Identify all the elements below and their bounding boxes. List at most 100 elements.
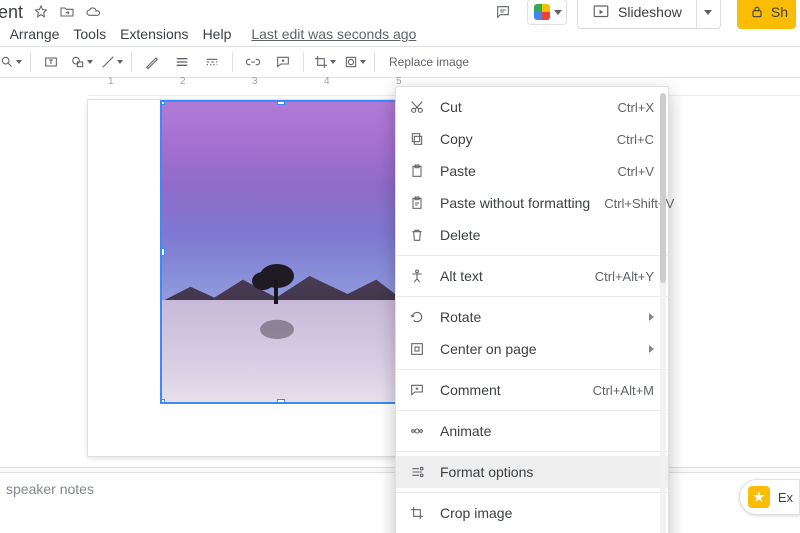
comment-button[interactable] xyxy=(269,49,297,75)
paste-icon xyxy=(408,162,426,180)
context-menu-label: Cut xyxy=(440,99,604,115)
context-menu-label: Copy xyxy=(440,131,603,147)
chevron-down-icon xyxy=(704,10,712,15)
context-menu-label: Rotate xyxy=(440,309,635,325)
context-menu-item-comment[interactable]: Comment Ctrl+Alt+M xyxy=(396,374,668,406)
selected-image[interactable] xyxy=(160,100,402,404)
comment-history-button[interactable] xyxy=(489,0,517,26)
resize-handle-w[interactable] xyxy=(160,248,165,256)
resize-handle-s[interactable] xyxy=(277,399,285,404)
textbox-button[interactable] xyxy=(37,49,65,75)
context-menu-shortcut: Ctrl+C xyxy=(617,132,654,147)
context-menu-label: Alt text xyxy=(440,268,581,284)
crop-button[interactable] xyxy=(310,49,338,75)
resize-handle-sw[interactable] xyxy=(160,399,165,404)
speaker-notes-placeholder: speaker notes xyxy=(6,481,94,497)
cut-icon xyxy=(408,98,426,116)
menu-item[interactable]: Help xyxy=(203,26,232,42)
toolbar-separator xyxy=(232,52,233,72)
toolbar-separator xyxy=(30,52,31,72)
context-menu-separator xyxy=(396,369,668,370)
context-menu-item-animate[interactable]: Animate xyxy=(396,415,668,447)
shape-button[interactable] xyxy=(67,49,95,75)
toolbar-separator xyxy=(131,52,132,72)
line-button[interactable] xyxy=(97,49,125,75)
chevron-right-icon xyxy=(649,313,654,321)
context-menu-item-cut[interactable]: CutCtrl+X xyxy=(396,91,668,123)
context-menu-item-replace[interactable]: Replace image xyxy=(396,529,668,533)
slideshow-label: Slideshow xyxy=(618,4,682,20)
share-button[interactable]: Sh xyxy=(737,0,796,29)
explore-button[interactable]: Ex xyxy=(739,479,800,515)
crop-icon xyxy=(408,504,426,522)
context-menu-item-delete[interactable]: Delete xyxy=(396,219,668,251)
trash-icon xyxy=(408,226,426,244)
slideshow-button[interactable]: Slideshow xyxy=(577,0,697,29)
context-menu-shortcut: Ctrl+Alt+M xyxy=(593,383,654,398)
context-menu-item-rotate[interactable]: Rotate xyxy=(396,301,668,333)
replace-image-label: Replace image xyxy=(389,55,469,69)
border-weight-button[interactable] xyxy=(168,49,196,75)
explore-icon xyxy=(748,486,770,508)
context-menu-scrollbar-thumb[interactable] xyxy=(660,93,666,283)
mask-button[interactable] xyxy=(340,49,368,75)
border-color-button[interactable] xyxy=(138,49,166,75)
center-icon xyxy=(408,340,426,358)
menu-item[interactable]: Extensions xyxy=(120,26,188,42)
context-menu-label: Animate xyxy=(440,423,654,439)
animate-icon xyxy=(408,422,426,440)
document-title[interactable]: arent xyxy=(0,2,23,23)
context-menu-separator xyxy=(396,451,668,452)
context-menu-label: Crop image xyxy=(440,505,654,521)
border-dash-button[interactable] xyxy=(198,49,226,75)
stage: 1 2 3 4 5 speaker notes CutCtrl+X xyxy=(0,78,800,533)
context-menu-separator xyxy=(396,492,668,493)
context-menu-shortcut: Ctrl+V xyxy=(618,164,654,179)
comment-icon xyxy=(408,381,426,399)
copy-icon xyxy=(408,130,426,148)
context-menu-item-copy[interactable]: Copy Ctrl+C xyxy=(396,123,668,155)
image-content xyxy=(252,258,300,306)
accessibility-icon xyxy=(408,267,426,285)
rotate-icon xyxy=(408,308,426,326)
explore-label: Ex xyxy=(778,490,793,505)
toolbar-separator xyxy=(374,52,375,72)
context-menu-item-center[interactable]: Center on page xyxy=(396,333,668,365)
replace-image-button[interactable]: Replace image xyxy=(381,49,481,75)
title-bar: arent Slideshow Sh xyxy=(0,0,800,22)
context-menu-item-paste-no-fmt[interactable]: Paste without formattingCtrl+Shift+V xyxy=(396,187,668,219)
last-edit-link[interactable]: Last edit was seconds ago xyxy=(251,26,416,42)
context-menu-label: Comment xyxy=(440,382,579,398)
context-menu-label: Paste xyxy=(440,163,604,179)
link-button[interactable] xyxy=(239,49,267,75)
move-folder-icon[interactable] xyxy=(59,4,75,20)
share-label: Sh xyxy=(771,4,788,20)
context-menu-label: Paste without formatting xyxy=(440,195,590,211)
star-icon[interactable] xyxy=(33,4,49,20)
context-menu-separator xyxy=(396,410,668,411)
context-menu-shortcut: Ctrl+Alt+Y xyxy=(595,269,654,284)
image-content xyxy=(252,310,300,344)
menu-item[interactable]: Arrange xyxy=(10,26,60,42)
slideshow-dropdown[interactable] xyxy=(697,0,721,29)
resize-handle-nw[interactable] xyxy=(160,100,165,105)
context-menu-separator xyxy=(396,255,668,256)
context-menu-item-crop[interactable]: Crop image xyxy=(396,497,668,529)
format-options-icon xyxy=(408,463,426,481)
context-menu-item-paste[interactable]: Paste Ctrl+V xyxy=(396,155,668,187)
resize-handle-n[interactable] xyxy=(277,100,285,105)
context-menu-label: Format options xyxy=(440,464,654,480)
chevron-down-icon xyxy=(554,10,562,15)
chevron-right-icon xyxy=(649,345,654,353)
toolbar-separator xyxy=(303,52,304,72)
context-menu-separator xyxy=(396,296,668,297)
context-menu-item-alt-text[interactable]: Alt text Ctrl+Alt+Y xyxy=(396,260,668,292)
cloud-status-icon[interactable] xyxy=(85,4,101,20)
toolbar: Replace image xyxy=(0,46,800,78)
menu-item[interactable]: Tools xyxy=(73,26,106,42)
meet-button[interactable] xyxy=(527,0,567,25)
context-menu-item-format-options[interactable]: Format options xyxy=(396,456,668,488)
paste-plain-icon xyxy=(408,194,426,212)
zoom-button[interactable] xyxy=(0,49,24,75)
context-menu-label: Delete xyxy=(440,227,654,243)
